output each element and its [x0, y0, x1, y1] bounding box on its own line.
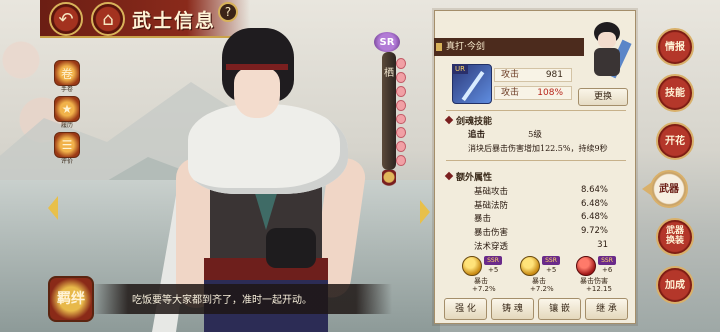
gem-level: +6 [602, 266, 613, 274]
back-arrow-icon: ↶ [58, 8, 74, 30]
stat-value: 981 [545, 70, 563, 80]
divider [446, 160, 626, 161]
castle-home-icon: ⌂ [102, 8, 114, 30]
gem-slot[interactable]: SSR +6 暴击伤害 +12.15 [574, 254, 626, 294]
petal-icon [396, 58, 406, 69]
attr-value: 6.48% [580, 199, 608, 209]
petal-icon [396, 99, 406, 111]
gem-grade: SSR [484, 256, 502, 265]
attribute-row: 基础法防 6.48% [474, 199, 608, 211]
stat-label: 攻击 [501, 70, 520, 80]
star-petals [396, 58, 408, 166]
skill-level: 5级 [528, 130, 542, 140]
stat-label: 攻击 [501, 88, 520, 98]
gem-slot[interactable]: SSR +5 暴击 +7.2% [518, 254, 570, 294]
gem-bonus: +7.2% [472, 285, 496, 293]
attr-label: 基础攻击 [474, 187, 509, 197]
petal-icon [396, 141, 406, 153]
gem-bonus: +12.15 [586, 285, 612, 293]
bond-button[interactable]: 羁绊 [48, 276, 94, 322]
tab-info[interactable]: 情报 [656, 28, 694, 66]
star-medal-icon[interactable]: ★ [54, 96, 80, 122]
weapon-stat-row: 攻击 981 [494, 68, 572, 82]
chibi-avatar [584, 20, 632, 80]
weapon-tier-badge: UR [452, 64, 468, 74]
scroll-tassel-icon [382, 170, 396, 194]
left-menu-label: 评价 [60, 158, 73, 165]
attr-value: 31 [597, 240, 608, 250]
attr-label: 法术穿透 [474, 242, 509, 252]
tab-bonus[interactable]: 加成 [656, 266, 694, 304]
attribute-row: 暴击 6.48% [474, 212, 608, 224]
gem-grade: SSR [542, 256, 560, 265]
divider [446, 110, 626, 111]
gem-slot[interactable]: SSR +5 暴击 +7.2% [460, 254, 512, 294]
gem-icon [520, 256, 540, 276]
skill-name: 追击 [468, 130, 486, 140]
gem-grade: SSR [598, 256, 616, 265]
attr-label: 暴击伤害 [474, 228, 509, 238]
tab-skills[interactable]: 技能 [656, 74, 694, 112]
attribute-row: 法术穿透 31 [474, 240, 608, 252]
inherit-button[interactable]: 继 承 [585, 298, 628, 320]
attr-value: 6.48% [580, 212, 608, 222]
change-weapon-button[interactable]: 更换 [578, 88, 628, 106]
scroll-text: 栖 [384, 68, 394, 79]
petal-icon [396, 113, 406, 125]
gem-icon [576, 256, 596, 276]
dialogue-text: 吃饭要等大家都到齐了，准时一起开动。 [132, 295, 312, 306]
home-button[interactable]: ⌂ [91, 2, 125, 36]
enhance-button[interactable]: 强 化 [444, 298, 487, 320]
tab-weapon[interactable]: 武器 [650, 170, 688, 208]
left-menu-label: 手卷 [60, 86, 73, 93]
gem-level: +5 [488, 266, 499, 274]
action-bar: 强 化 铸 魂 镶 嵌 继 承 [444, 298, 628, 320]
section-title: 额外属性 [456, 170, 492, 184]
attr-value: 8.64% [580, 185, 608, 195]
petal-icon [396, 155, 406, 166]
gem-level: +5 [546, 266, 557, 274]
rarity-badge: SR [374, 32, 400, 52]
document-icon[interactable]: ☰ [54, 132, 80, 158]
weapon-stat-row: 攻击 108% [494, 86, 572, 100]
petal-icon [396, 127, 406, 139]
petal-icon [396, 85, 406, 97]
petal-icon [396, 71, 406, 83]
attr-label: 基础法防 [474, 201, 509, 211]
left-menu-label: 履历 [60, 122, 73, 129]
gem-icon [462, 256, 482, 276]
inlay-button[interactable]: 镶 嵌 [538, 298, 581, 320]
attr-label: 暴击 [474, 214, 492, 224]
tab-bloom[interactable]: 开花 [656, 122, 694, 160]
section-title: 剑魂技能 [456, 114, 492, 128]
weapon-name: 真打·今剑 [434, 38, 584, 56]
attr-value: 9.72% [580, 226, 608, 236]
scroll-icon[interactable]: 卷 [54, 60, 80, 86]
stat-value: 108% [537, 88, 563, 98]
help-button[interactable]: ? [218, 2, 238, 22]
tab-weapon-skin[interactable]: 武器换装 [656, 218, 694, 256]
forge-soul-button[interactable]: 铸 魂 [491, 298, 534, 320]
back-button[interactable]: ↶ [49, 2, 83, 36]
gem-bonus: +7.2% [530, 285, 554, 293]
attribute-row: 暴击伤害 9.72% [474, 226, 608, 238]
attribute-row: 基础攻击 8.64% [474, 185, 608, 197]
skill-description: 消块后暴击伤害增加122.5%，持续9秒 [468, 144, 608, 153]
